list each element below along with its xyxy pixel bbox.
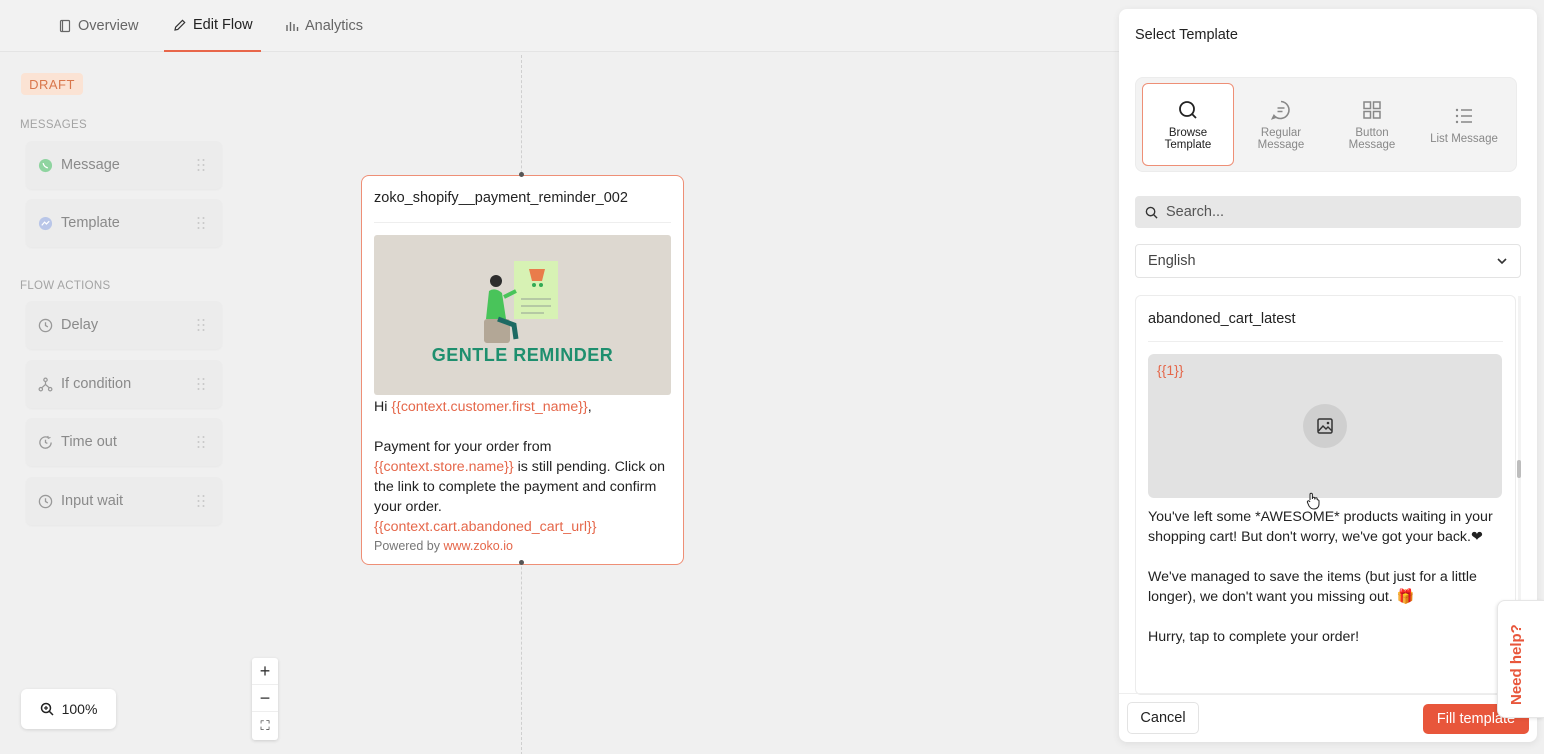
palette-item-label: Input wait — [61, 493, 124, 509]
type-regular-message[interactable]: Regular Message — [1235, 83, 1327, 166]
powered-by: Powered by www.zoko.io — [374, 539, 513, 553]
node-input-handle[interactable] — [519, 172, 524, 177]
template-paragraph: Hurry, tap to complete your order! — [1148, 629, 1360, 645]
palette-item-label: Message — [61, 157, 120, 173]
search-icon — [1145, 206, 1158, 219]
palette-item-delay[interactable]: Delay — [26, 301, 222, 349]
node-image-banner: GENTLE REMINDER — [431, 345, 614, 365]
book-icon — [59, 19, 71, 33]
drag-handle-icon[interactable] — [196, 435, 206, 449]
messages-section-label: MESSAGES — [20, 119, 87, 131]
zoom-icon — [40, 702, 54, 716]
image-icon — [1303, 404, 1347, 448]
palette-item-time-out[interactable]: Time out — [26, 418, 222, 466]
node-message-text: Hi {{context.customer.first_name}}, Paym… — [374, 397, 674, 537]
status-badge: DRAFT — [21, 73, 83, 95]
powered-by-link[interactable]: www.zoko.io — [443, 539, 512, 553]
panel-footer: Cancel Fill template — [1119, 693, 1537, 742]
zoom-in-button[interactable]: + — [252, 658, 278, 685]
variable-cart-url: {{context.cart.abandoned_cart_url}} — [374, 519, 597, 535]
variable-first-name: {{context.customer.first_name}} — [391, 399, 588, 415]
message-line: Payment for your order from — [374, 439, 552, 455]
template-paragraph: You've left some *AWESOME* products wait… — [1148, 509, 1493, 545]
divider — [374, 222, 671, 223]
search-icon — [1179, 100, 1197, 119]
language-select[interactable]: English — [1135, 244, 1521, 278]
node-image: GENTLE REMINDER — [374, 235, 671, 395]
type-browse-template[interactable]: Browse Template — [1142, 83, 1234, 166]
reminder-illustration — [484, 261, 558, 343]
template-paragraph: We've managed to save the items (but jus… — [1148, 569, 1477, 605]
zoom-controls: + − ⛶ — [252, 658, 278, 740]
pencil-icon — [174, 19, 186, 31]
template-media: {{1}} — [1148, 354, 1502, 498]
whatsapp-icon — [38, 158, 53, 173]
grid-icon — [1363, 100, 1381, 119]
need-help-label: Need help? — [1508, 624, 1525, 705]
messenger-icon — [38, 216, 53, 231]
type-button-message[interactable]: Button Message — [1326, 83, 1418, 166]
divider — [1148, 341, 1503, 342]
fit-view-button[interactable]: ⛶ — [252, 712, 278, 739]
search-input[interactable] — [1166, 204, 1486, 220]
template-search — [1135, 196, 1521, 228]
palette-item-label: Delay — [61, 317, 99, 333]
palette-item-label: Template — [61, 215, 120, 231]
scrollbar-thumb[interactable] — [1517, 460, 1521, 478]
type-label: Regular Message — [1257, 126, 1305, 151]
greeting-line: Hi {{context.customer.first_name}}, — [374, 399, 592, 415]
list-icon — [1455, 108, 1472, 123]
palette-item-if-condition[interactable]: If condition — [26, 360, 222, 408]
palette-item-label: Time out — [61, 434, 117, 450]
branch-icon — [38, 377, 53, 392]
drag-handle-icon[interactable] — [196, 158, 206, 172]
message-type-selector: Browse Template Regular Message Button M… — [1135, 77, 1517, 172]
type-label: Browse Template — [1164, 126, 1212, 151]
palette-item-message[interactable]: Message — [26, 141, 222, 189]
bar-chart-icon — [286, 22, 299, 31]
drag-handle-icon[interactable] — [196, 494, 206, 508]
cancel-button[interactable]: Cancel — [1127, 702, 1199, 734]
media-placeholder: {{1}} — [1157, 362, 1184, 378]
panel-title: Select Template — [1135, 27, 1238, 43]
zoom-level-button[interactable]: 100% — [21, 689, 116, 729]
drag-handle-icon[interactable] — [196, 377, 206, 391]
type-label: List Message — [1430, 132, 1498, 145]
palette-item-label: If condition — [61, 376, 132, 392]
zoom-out-button[interactable]: − — [252, 685, 278, 712]
template-card[interactable]: abandoned_cart_latest {{1}} You've left … — [1135, 295, 1516, 695]
chevron-down-icon — [1497, 258, 1507, 265]
zoom-level: 100% — [61, 701, 98, 717]
node-title: zoko_shopify__payment_reminder_002 — [374, 190, 628, 206]
tab-overview-label: Overview — [78, 18, 139, 34]
tab-edit-flow-label: Edit Flow — [193, 17, 253, 33]
node-output-handle[interactable] — [519, 560, 524, 565]
flow-node-template[interactable]: zoko_shopify__payment_reminder_002 GENTL… — [361, 175, 684, 565]
tab-overview[interactable]: Overview — [58, 0, 138, 52]
type-label: Button Message — [1348, 126, 1396, 151]
chat-bubble-icon — [1270, 100, 1290, 120]
tab-analytics[interactable]: Analytics — [285, 0, 363, 52]
clock-icon — [38, 318, 53, 333]
need-help-tab[interactable]: Need help? — [1497, 600, 1544, 718]
tab-analytics-label: Analytics — [305, 18, 364, 34]
palette-item-template[interactable]: Template — [26, 199, 222, 247]
hand-cursor-icon — [1306, 492, 1320, 510]
top-navigation: Overview Edit Flow Analytics — [0, 0, 1120, 52]
language-value: English — [1148, 253, 1196, 269]
template-name: abandoned_cart_latest — [1148, 311, 1296, 327]
variable-store-name: {{context.store.name}} — [374, 459, 514, 475]
type-list-message[interactable]: List Message — [1418, 83, 1510, 166]
palette-item-input-wait[interactable]: Input wait — [26, 477, 222, 525]
timer-icon — [38, 435, 53, 450]
clock-icon — [38, 494, 53, 509]
message-line: {{context.store.name}} is still pending.… — [374, 459, 666, 515]
drag-handle-icon[interactable] — [196, 216, 206, 230]
tab-edit-flow[interactable]: Edit Flow — [164, 0, 261, 52]
drag-handle-icon[interactable] — [196, 318, 206, 332]
flow-actions-section-label: FLOW ACTIONS — [20, 280, 111, 292]
select-template-panel: Select Template Browse Template Regular … — [1119, 9, 1537, 742]
template-body: You've left some *AWESOME* products wait… — [1148, 507, 1508, 667]
